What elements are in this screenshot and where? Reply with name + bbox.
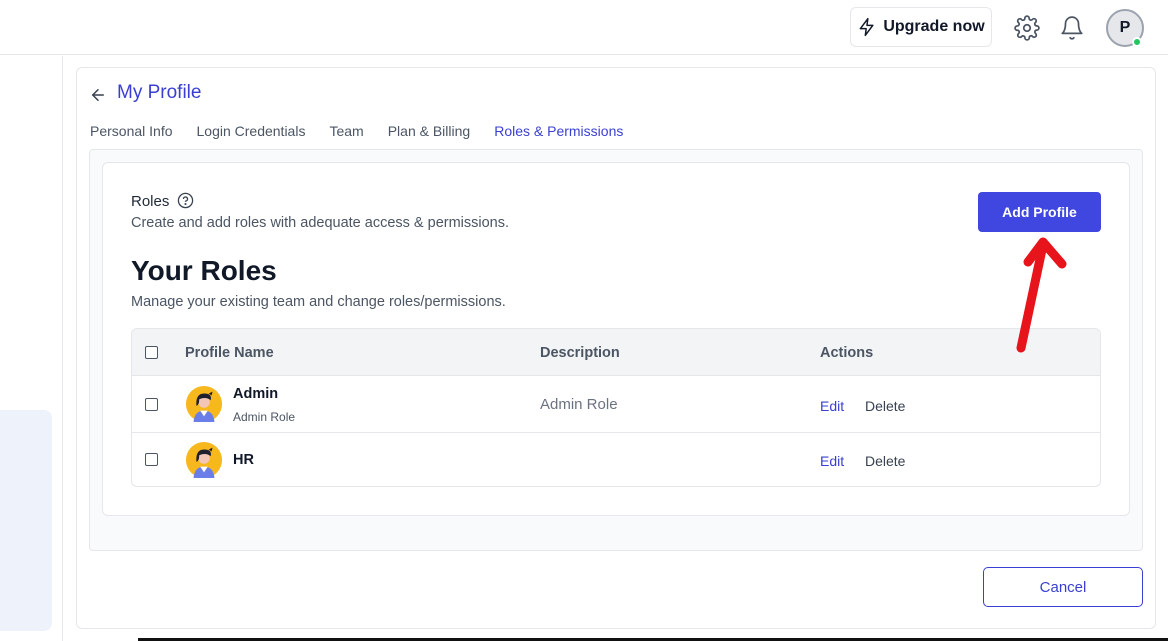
select-all-checkbox[interactable] [145,346,158,359]
cancel-button[interactable]: Cancel [983,567,1143,607]
roles-description: Create and add roles with adequate acces… [131,215,510,231]
delete-link[interactable]: Delete [865,398,905,414]
your-roles-description: Manage your existing team and change rol… [131,294,506,310]
roles-table: Profile Name Description Actions Admin A… [131,328,1101,487]
annotation-arrow-icon [1016,237,1067,353]
user-avatar-icon [185,441,223,479]
your-roles-heading: Your Roles [131,255,277,286]
tab-roles-permissions[interactable]: Roles & Permissions [494,123,623,139]
header-description: Description [540,345,620,361]
tab-team[interactable]: Team [329,123,363,139]
roles-label: Roles [131,193,170,210]
table-row: HR Edit Delete [132,433,1100,486]
tab-login-credentials[interactable]: Login Credentials [197,123,306,139]
table-header: Profile Name Description Actions [132,329,1100,376]
lightning-icon [859,17,874,37]
online-status-dot [1132,37,1142,47]
header-actions: Actions [820,345,874,361]
back-arrow-icon[interactable] [89,86,107,104]
row-checbox[interactable] [145,453,158,466]
table-row: Admin Admin Role Admin Role Edit Delete [132,376,1100,433]
edit-link[interactable]: Edit [820,453,844,469]
top-bar: Upgrade now P [0,0,1168,55]
profile-subtitle: Admin Role [233,410,296,424]
add-profile-button[interactable]: Add Profile [978,192,1101,232]
edit-link[interactable]: Edit [820,398,844,414]
upgrade-now-label: Upgrade now [883,18,985,35]
avatar-initial: P [1119,19,1131,36]
profile-description: Admin Role [540,396,618,413]
header-profile-name: Profile Name [185,345,274,361]
bell-icon[interactable] [1059,15,1085,41]
sidebar-divider [62,56,63,641]
upgrade-now-button[interactable]: Upgrade now [850,7,992,47]
profile-name: HR [233,452,254,468]
help-circle-icon[interactable] [177,192,194,209]
row-checkbox[interactable] [145,398,158,411]
page-title: My Profile [117,82,202,103]
gear-icon[interactable] [1014,15,1040,41]
profile-name: Admin [233,386,279,402]
sidebar-panel [0,410,52,631]
profile-tabs: Personal Info Login Credentials Team Pla… [90,123,623,139]
tab-personal-info[interactable]: Personal Info [90,123,173,139]
user-avatar-icon [185,385,223,423]
delete-link[interactable]: Delete [865,453,905,469]
tab-plan-billing[interactable]: Plan & Billing [388,123,471,139]
